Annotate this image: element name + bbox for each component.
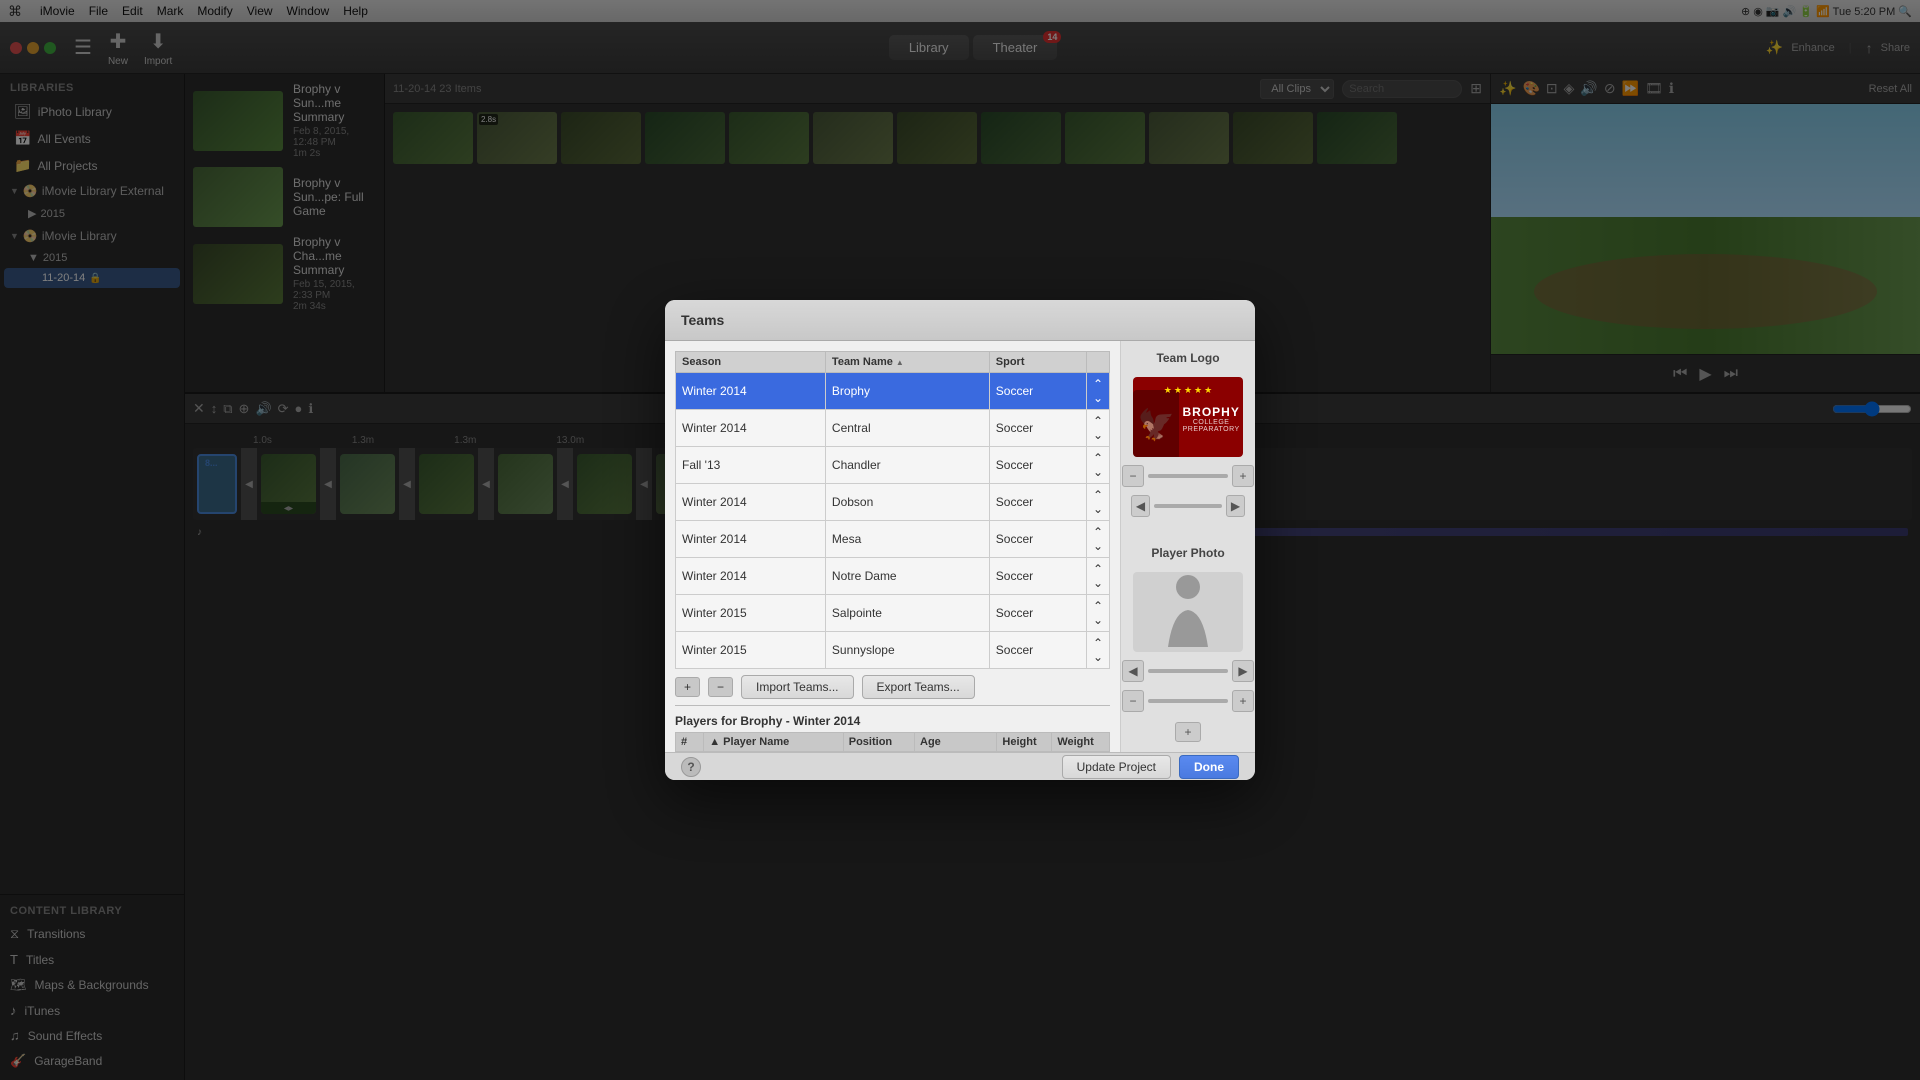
- export-teams-button[interactable]: Export Teams...: [862, 675, 975, 699]
- team-row[interactable]: Winter 2014 Notre Dame Soccer ⌃⌄: [676, 558, 1110, 595]
- photo-zoom-out-button[interactable]: −: [1122, 690, 1144, 712]
- modal-footer: ? Update Project Done: [665, 752, 1255, 780]
- col-age: Age: [915, 733, 997, 752]
- team-row[interactable]: Fall '13 Chandler Soccer ⌃⌄: [676, 447, 1110, 484]
- team-row[interactable]: Winter 2014 Central Soccer ⌃⌄: [676, 410, 1110, 447]
- star-icon: ★: [1184, 385, 1192, 396]
- photo-prev-button[interactable]: ◀: [1122, 660, 1144, 682]
- player-silhouette: [1158, 572, 1218, 652]
- col-position: Position: [843, 733, 914, 752]
- teams-table: Season Team Name ▲ Sport Winter 2014 Bro…: [675, 351, 1110, 669]
- photo-next-button[interactable]: ▶: [1232, 660, 1254, 682]
- players-section-header: Players for Brophy - Winter 2014: [675, 714, 1110, 728]
- photo-controls: ◀ ▶: [1122, 660, 1254, 682]
- col-sport: Sport: [989, 352, 1086, 373]
- modal-dialog: Teams Season Team Name ▲ Sport: [665, 300, 1255, 780]
- team-row[interactable]: Winter 2015 Salpointe Soccer ⌃⌄: [676, 595, 1110, 632]
- logo-position-slider[interactable]: [1154, 504, 1222, 508]
- update-project-button[interactable]: Update Project: [1062, 755, 1171, 779]
- star-icon: ★: [1194, 385, 1202, 396]
- team-row[interactable]: Winter 2014 Dobson Soccer ⌃⌄: [676, 484, 1110, 521]
- team-logo-name: BROPHY: [1179, 405, 1243, 419]
- add-photo-button[interactable]: +: [1175, 722, 1200, 742]
- col-teamname: Team Name ▲: [825, 352, 989, 373]
- sort-arrow: ▲: [896, 358, 904, 367]
- logo-controls: − +: [1122, 465, 1254, 487]
- eagle-icon: 🦅: [1137, 408, 1174, 443]
- modal-overlay: Teams Season Team Name ▲ Sport: [0, 0, 1920, 1080]
- help-button[interactable]: ?: [681, 757, 701, 777]
- remove-team-button[interactable]: −: [708, 677, 733, 697]
- logo-prev-button[interactable]: ◀: [1131, 495, 1150, 517]
- col-num: #: [676, 733, 704, 752]
- photo-size-slider[interactable]: [1148, 699, 1228, 703]
- logo-zoom-out-button[interactable]: −: [1122, 465, 1144, 487]
- player-photo-title: Player Photo: [1151, 546, 1224, 560]
- team-logo: ★ ★ ★ ★ ★ 🦅 BROPHY COLLEGE PREPARATORY: [1133, 377, 1243, 457]
- player-photo: [1133, 572, 1243, 652]
- star-icon: ★: [1204, 385, 1212, 396]
- photo-zoom-in-button[interactable]: +: [1232, 690, 1254, 712]
- star-icon: ★: [1164, 385, 1172, 396]
- team-row[interactable]: Winter 2014 Brophy Soccer ⌃⌄: [676, 373, 1110, 410]
- star-icon: ★: [1174, 385, 1182, 396]
- modal-header: Teams: [665, 300, 1255, 341]
- add-team-button[interactable]: +: [675, 677, 700, 697]
- logo-size-slider[interactable]: [1148, 474, 1228, 478]
- col-season: Season: [676, 352, 826, 373]
- col-action: [1086, 352, 1109, 373]
- team-row[interactable]: Winter 2015 Sunnyslope Soccer ⌃⌄: [676, 632, 1110, 669]
- done-button[interactable]: Done: [1179, 755, 1239, 779]
- modal-title: Teams: [681, 312, 724, 328]
- col-weight: Weight: [1052, 733, 1110, 752]
- sort-icon: ▲: [709, 736, 720, 748]
- players-table: # ▲ Player Name Position Age Height Weig…: [675, 732, 1110, 752]
- col-height: Height: [997, 733, 1052, 752]
- logo-next-button[interactable]: ▶: [1226, 495, 1245, 517]
- team-logo-subtitle: COLLEGE PREPARATORY: [1179, 419, 1243, 433]
- photo-position-slider[interactable]: [1148, 669, 1228, 673]
- team-logo-title: Team Logo: [1156, 351, 1219, 365]
- col-playername: ▲ Player Name: [704, 733, 844, 752]
- team-row[interactable]: Winter 2014 Mesa Soccer ⌃⌄: [676, 521, 1110, 558]
- import-teams-button[interactable]: Import Teams...: [741, 675, 853, 699]
- logo-zoom-in-button[interactable]: +: [1232, 465, 1254, 487]
